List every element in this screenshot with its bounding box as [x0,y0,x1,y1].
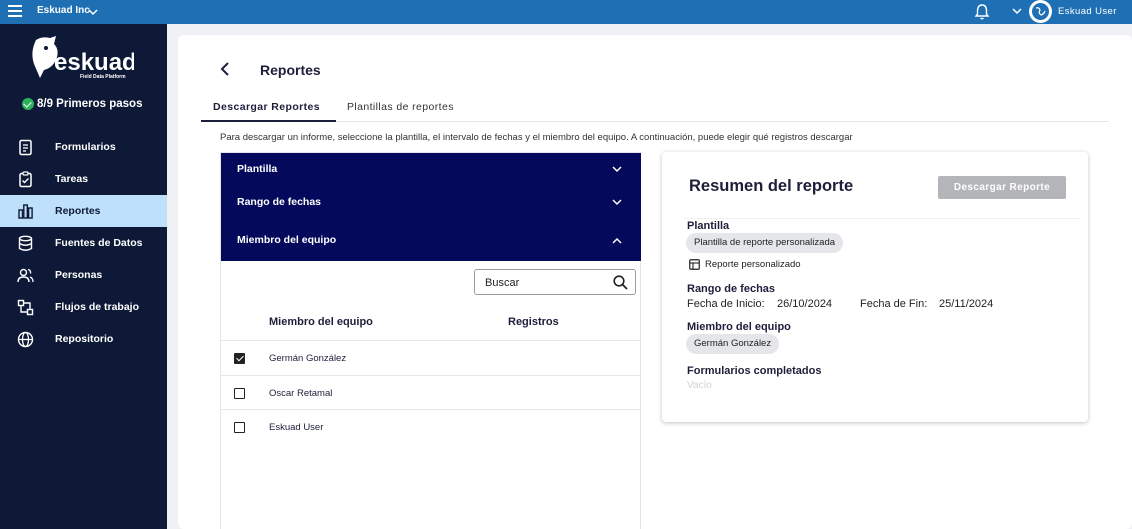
clipboard-check-icon [19,171,32,188]
active-tab-indicator [201,120,336,122]
top-bar: Eskuad Inc Eskuad User [0,0,1132,24]
bell-icon[interactable] [974,3,990,21]
completed-forms-label: Formularios completados [687,365,822,377]
check-circle-icon [22,98,34,110]
sidebar-item-label: Tareas [55,173,89,185]
avatar[interactable] [1029,0,1052,23]
member-name: Germán González [269,353,347,364]
search-icon[interactable] [613,275,628,290]
table-icon [689,259,700,270]
sidebar-item-label: Repositorio [55,333,114,345]
sidebar-item-fuentes-de-datos[interactable]: Fuentes de Datos [0,227,167,259]
template-type: Reporte personalizado [705,259,801,270]
date-range-label: Rango de fechas [687,283,776,295]
page-description: Para descargar un informe, seleccione la… [220,132,853,143]
document-icon [19,139,32,156]
globe-icon [17,331,34,348]
sidebar-item-repositorio[interactable]: Repositorio [0,323,167,355]
sidebar-item-personas[interactable]: Personas [0,259,167,291]
accordion: Plantilla Rango de fechas Miembro del eq… [221,153,641,261]
completed-forms-empty: Vacío [687,380,712,391]
logo-text: eskuad [54,49,134,76]
summary-title: Resumen del reporte [689,177,854,195]
sidebar-item-reportes[interactable]: Reportes [0,195,167,227]
user-name[interactable]: Eskuad User [1058,6,1117,17]
accordion-rango-de-fechas[interactable]: Rango de fechas [237,196,321,208]
sidebar-item-tareas[interactable]: Tareas [0,163,167,195]
tab-plantillas-de-reportes[interactable]: Plantillas de reportes [347,101,454,113]
globe-icon [1033,4,1048,19]
onboarding-progress[interactable]: 8/9 Primeros pasos [22,98,142,110]
progress-label: 8/9 Primeros pasos [37,98,143,110]
chevron-down-icon[interactable] [88,7,98,17]
sidebar-item-label: Formularios [55,141,116,153]
column-header-member: Miembro del equipo [269,316,373,328]
hamburger-menu-icon[interactable] [8,5,22,17]
row-checkbox[interactable] [234,388,245,399]
workflow-icon [17,299,34,316]
sidebar-item-label: Personas [55,269,103,281]
chevron-down-icon[interactable] [612,166,622,173]
sidebar-item-label: Fuentes de Datos [55,237,143,249]
chevron-down-icon[interactable] [612,199,622,206]
sidebar-item-label: Flujos de trabajo [55,301,140,313]
database-icon [18,235,33,251]
team-member-label: Miembro del equipo [687,321,791,333]
member-name: Oscar Retamal [269,388,333,399]
people-icon [17,268,34,283]
back-arrow-icon[interactable] [220,62,232,76]
member-name: Eskuad User [269,422,324,433]
start-date-value: 26/10/2024 [777,298,833,310]
template-chip: Plantilla de reporte personalizada [686,233,844,253]
report-config-panel: Plantilla Rango de fechas Miembro del eq… [220,152,641,529]
start-date-label: Fecha de Inicio: [687,298,765,310]
sidebar: eskuad Field Data Platform 8/9 Primeros … [0,24,167,529]
team-member-chip: Germán González [686,334,780,354]
table-row[interactable]: Oscar Retamal [221,375,641,410]
column-header-records: Registros [508,316,559,328]
tab-divider [201,121,1109,122]
end-date-value: 25/11/2024 [939,298,994,310]
row-checkbox[interactable] [234,353,245,364]
table-row[interactable]: Eskuad User [221,409,641,444]
page-title: Reportes [260,62,321,78]
table-row[interactable]: Germán González [221,340,641,375]
accordion-plantilla[interactable]: Plantilla [237,163,277,175]
report-summary-panel: Resumen del reporte Descargar Reporte Pl… [662,152,1088,422]
search-input[interactable]: Buscar [474,269,636,295]
end-date-label: Fecha de Fin: [860,298,928,310]
eskuad-logo: eskuad Field Data Platform [32,36,134,80]
chevron-up-icon[interactable] [612,237,622,244]
row-checkbox[interactable] [234,422,245,433]
tab-descargar-reportes[interactable]: Descargar Reportes [213,101,320,113]
sidebar-item-label: Reportes [55,205,101,217]
divider [684,218,1080,219]
download-report-button[interactable]: Descargar Reporte [938,176,1066,199]
search-placeholder: Buscar [485,277,520,289]
accordion-miembro-del-equipo[interactable]: Miembro del equipo [237,234,336,246]
org-name[interactable]: Eskuad Inc [37,5,90,16]
bar-chart-icon [18,204,33,219]
sidebar-item-formularios[interactable]: Formularios [0,131,167,163]
chevron-down-icon[interactable] [1012,6,1022,16]
logo-subtitle: Field Data Platform [80,74,126,80]
main-content: Reportes Descargar Reportes Plantillas d… [178,35,1132,529]
sidebar-item-flujos-de-trabajo[interactable]: Flujos de trabajo [0,291,167,323]
template-label: Plantilla [687,220,730,232]
